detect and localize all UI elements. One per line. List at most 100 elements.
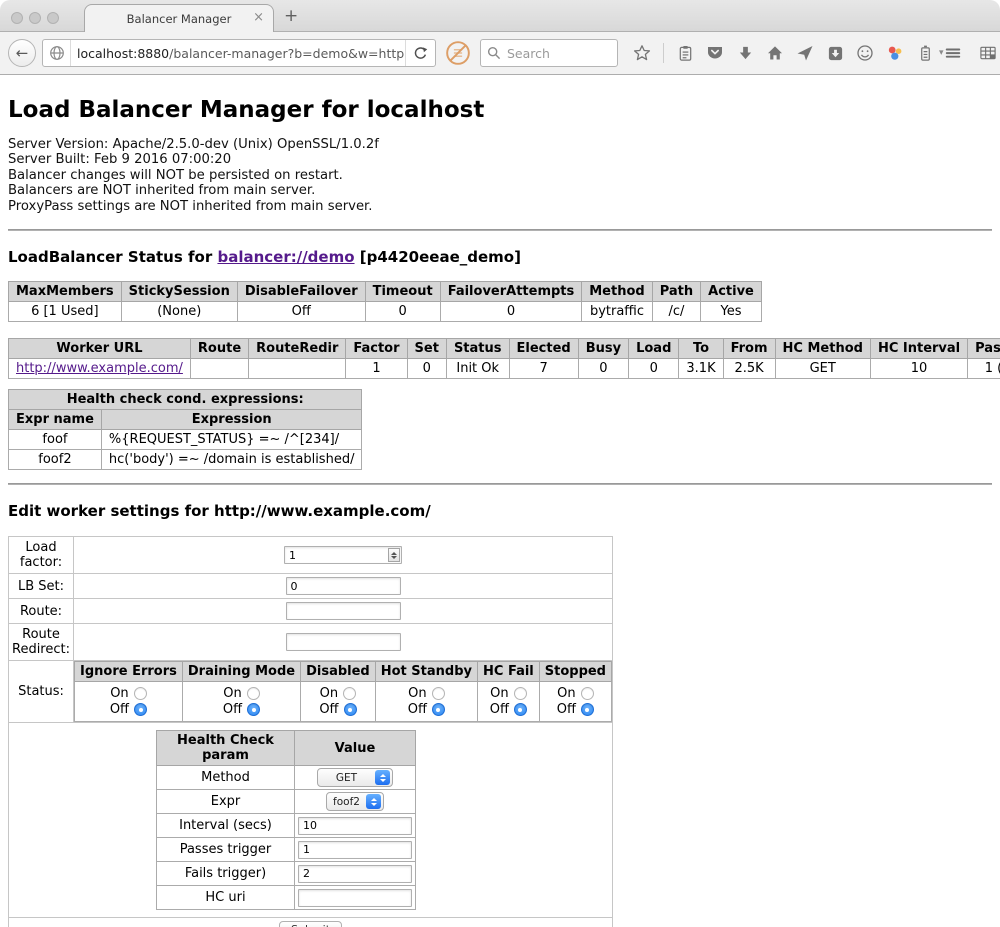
header-cell: Ignore Errors [75,662,183,682]
content-blocked-button[interactable] [445,40,471,66]
form-row-load-factor: Load factor: [9,537,613,574]
load-factor-label: Load factor: [9,537,74,574]
ignore-errors-off-radio[interactable] [134,703,147,716]
header-cell: Hot Standby [375,662,477,682]
url-host: localhost:8880 [77,46,169,61]
header-cell: To [679,339,723,359]
toolbar-right-group [944,44,997,62]
load-factor-input[interactable] [285,549,388,562]
load-factor-field [284,546,402,564]
draining-mode-on-radio[interactable] [247,687,260,700]
header-cell: RouteRedir [249,339,346,359]
passes-trigger-input[interactable] [298,841,412,859]
header-cell: Health Check param [157,731,295,766]
battery-extension-button[interactable] [916,44,934,62]
stopped-off-radio[interactable] [581,703,594,716]
worker-url-link[interactable]: http://www.example.com/ [16,361,183,376]
downloads-button[interactable] [736,44,754,62]
hot-standby-off-radio[interactable] [432,703,445,716]
tab-balancer-manager[interactable]: Balancer Manager × [84,4,274,32]
fails-trigger-label: Fails trigger) [157,862,295,886]
tab-close-icon[interactable]: × [253,11,264,25]
balancer-demo-link[interactable]: balancer://demo [217,248,354,266]
hc-fail-on-radio[interactable] [514,687,527,700]
hc-fail-off-radio[interactable] [514,703,527,716]
status-hot-standby-cell: On Off [375,682,477,722]
hc-expr-select[interactable]: foof2 [326,792,384,811]
off-label: Off [408,702,427,717]
data-cell: Init Ok [446,359,509,379]
table-row: 6 [1 Used] (None) Off 0 0 bytraffic /c/ … [9,302,762,322]
chat-button[interactable] [856,44,874,62]
stopped-on-radio[interactable] [581,687,594,700]
fails-trigger-input[interactable] [298,865,412,883]
search-input[interactable] [505,45,611,62]
new-tab-button[interactable]: + [284,6,298,26]
home-button[interactable] [766,44,784,62]
close-window-button[interactable] [11,12,23,24]
header-cell: HC Method [775,339,870,359]
data-cell: 0 [440,302,582,322]
pocket-button[interactable] [706,44,724,62]
interval-input[interactable] [298,817,412,835]
page-title: Load Balancer Manager for localhost [8,97,992,123]
data-cell: 0 [365,302,440,322]
off-label: Off [319,702,338,717]
reading-list-button[interactable] [676,44,694,62]
route-label: Route: [9,599,74,624]
search-icon [487,46,501,60]
route-redirect-input[interactable] [286,633,401,651]
search-bar[interactable] [480,39,618,67]
number-spinner[interactable] [388,548,400,562]
back-button[interactable]: ← [8,39,36,67]
server-info-line: Server Version: Apache/2.5.0-dev (Unix) … [8,137,992,152]
heading-text: [p4420eeae_demo] [355,248,521,266]
header-cell: Timeout [365,282,440,302]
data-cell: foof2 [9,450,102,470]
data-cell: bytraffic [582,302,652,322]
header-cell: Elected [509,339,578,359]
hc-uri-input[interactable] [298,889,412,907]
data-cell: 1 (0) [968,359,1000,379]
video-download-button[interactable] [826,44,844,62]
clipboard-icon [677,45,694,62]
on-label: On [408,686,426,701]
on-label: On [557,686,575,701]
table-row: foof2 hc('body') =~ /domain is establish… [9,450,362,470]
zoom-window-button[interactable] [47,12,59,24]
url-bar[interactable]: localhost:8880/balancer-manager?b=demo&w… [42,39,436,67]
server-info-line: Balancers are NOT inherited from main se… [8,183,992,198]
colors-extension-button[interactable] [886,44,904,62]
blocked-badge-icon [445,40,471,66]
menu-button[interactable] [944,44,962,62]
send-tab-button[interactable] [796,44,814,62]
submit-button[interactable]: Submit [279,921,342,927]
reload-button[interactable] [405,40,435,66]
off-label: Off [223,702,242,717]
draining-mode-off-radio[interactable] [247,703,260,716]
lb-set-input[interactable] [286,577,401,595]
hc-method-select[interactable]: GET [317,768,393,787]
disabled-off-radio[interactable] [344,703,357,716]
tab-title: Balancer Manager [127,12,232,26]
route-input[interactable] [286,602,401,620]
ignore-errors-on-radio[interactable] [134,687,147,700]
off-label: Off [110,702,129,717]
bookmark-star-button[interactable] [633,44,651,62]
divider [8,229,992,231]
disabled-on-radio[interactable] [343,687,356,700]
edit-worker-form: Load factor: LB Set: Route: Route Redire… [8,536,613,927]
minimize-window-button[interactable] [29,12,41,24]
interval-label: Interval (secs) [157,814,295,838]
on-label: On [223,686,241,701]
url-input[interactable]: localhost:8880/balancer-manager?b=demo&w… [71,46,405,61]
data-cell: 0 [629,359,679,379]
tab-bar: Balancer Manager × + [0,0,1000,32]
data-cell: 1 [346,359,407,379]
form-row-status: Status: Ignore Errors Draining Mode Disa… [9,661,613,723]
apps-grid-button[interactable] [979,44,997,62]
hot-standby-on-radio[interactable] [432,687,445,700]
data-cell: /c/ [652,302,700,322]
form-row-health-check: Health Check param Value Method GET [9,723,613,918]
site-identity-button[interactable] [43,40,71,66]
